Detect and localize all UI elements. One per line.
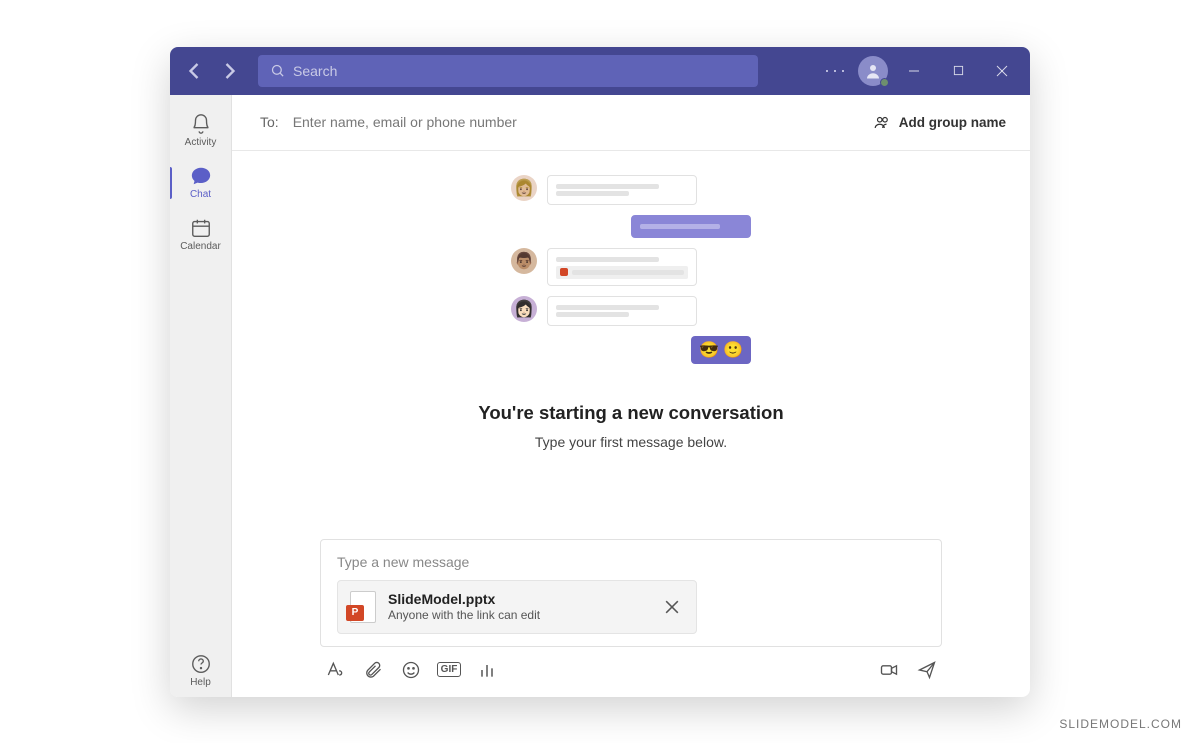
send-button[interactable] — [916, 659, 938, 681]
powerpoint-file-icon: P — [350, 591, 376, 623]
nav-back-button[interactable] — [180, 57, 208, 85]
conversation-content: 👩🏼 👨🏽 👩🏻 — [232, 151, 1030, 525]
format-button[interactable] — [324, 659, 346, 681]
video-icon — [879, 660, 899, 680]
recipients-input[interactable] — [293, 114, 859, 130]
video-button[interactable] — [878, 659, 900, 681]
person-icon — [864, 62, 882, 80]
app-window: ··· Activity Chat — [170, 47, 1030, 697]
sidebar-item-label: Calendar — [180, 241, 221, 252]
empty-heading: You're starting a new conversation — [478, 402, 783, 424]
help-icon — [190, 653, 212, 675]
emoji-sunglasses: 😎 — [699, 340, 719, 360]
format-icon — [325, 660, 345, 680]
attachment-filename: SlideModel.pptx — [388, 591, 648, 607]
poll-icon — [477, 660, 497, 680]
presence-indicator — [880, 78, 889, 87]
sidebar-item-label: Help — [190, 677, 211, 688]
watermark: SLIDEMODEL.COM — [1059, 717, 1182, 731]
profile-avatar[interactable] — [858, 56, 888, 86]
window-maximize-button[interactable] — [940, 56, 976, 86]
close-icon — [665, 600, 679, 614]
sidebar-item-calendar[interactable]: Calendar — [170, 209, 232, 261]
attachment-permissions: Anyone with the link can edit — [388, 608, 648, 622]
gif-icon: GIF — [437, 662, 462, 677]
attach-button[interactable] — [362, 659, 384, 681]
emoji-smile: 🙂 — [723, 340, 743, 360]
add-group-label: Add group name — [899, 115, 1006, 130]
bell-icon — [190, 113, 212, 135]
empty-illustration: 👩🏼 👨🏽 👩🏻 — [511, 175, 751, 374]
to-bar: To: Add group name — [232, 95, 1030, 151]
add-group-name-button[interactable]: Add group name — [873, 113, 1006, 131]
nav-forward-button[interactable] — [216, 57, 244, 85]
titlebar: ··· — [170, 47, 1030, 95]
chat-icon — [190, 165, 212, 187]
sidebar-item-activity[interactable]: Activity — [170, 105, 232, 157]
search-input[interactable] — [293, 63, 746, 79]
group-icon — [873, 113, 891, 131]
send-icon — [917, 660, 937, 680]
emoji-button[interactable] — [400, 659, 422, 681]
main-panel: To: Add group name 👩🏼 — [232, 95, 1030, 697]
app-sidebar: Activity Chat Calendar Help — [170, 95, 232, 697]
search-box[interactable] — [258, 55, 758, 87]
attachment-remove-button[interactable] — [660, 595, 684, 619]
compose-box[interactable]: P SlideModel.pptx Anyone with the link c… — [320, 539, 942, 647]
gif-button[interactable]: GIF — [438, 659, 460, 681]
more-options-button[interactable]: ··· — [822, 60, 850, 81]
sidebar-item-help[interactable]: Help — [170, 645, 232, 697]
window-minimize-button[interactable] — [896, 56, 932, 86]
emoji-icon — [401, 660, 421, 680]
window-close-button[interactable] — [984, 56, 1020, 86]
message-input[interactable] — [337, 554, 925, 570]
empty-subheading: Type your first message below. — [535, 434, 727, 450]
to-label: To: — [260, 114, 279, 130]
sidebar-item-label: Activity — [185, 137, 217, 148]
attachment-card[interactable]: P SlideModel.pptx Anyone with the link c… — [337, 580, 697, 634]
search-icon — [270, 63, 285, 78]
calendar-icon — [190, 217, 212, 239]
paperclip-icon — [363, 660, 383, 680]
sidebar-item-label: Chat — [190, 189, 211, 200]
compose-toolbar: GIF — [320, 659, 942, 681]
sidebar-item-chat[interactable]: Chat — [170, 157, 232, 209]
poll-button[interactable] — [476, 659, 498, 681]
compose-area: P SlideModel.pptx Anyone with the link c… — [232, 525, 1030, 697]
